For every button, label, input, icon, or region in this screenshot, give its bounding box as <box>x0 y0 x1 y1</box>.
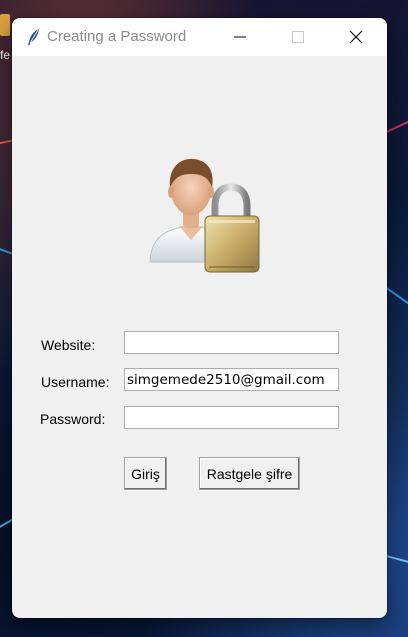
user-with-padlock-icon <box>149 158 260 273</box>
minimize-button[interactable] <box>217 18 263 56</box>
window-title: Creating a Password <box>47 28 187 45</box>
light-streak <box>385 554 408 568</box>
desktop-icon-label[interactable]: fe <box>0 48 10 62</box>
website-label: Website: <box>41 337 96 353</box>
desktop-folder-icon[interactable] <box>0 14 10 36</box>
maximize-icon <box>292 31 304 43</box>
close-button[interactable] <box>333 18 379 56</box>
window-client-area: Website: Username: Password: Giriş Rastg… <box>12 56 387 618</box>
password-input[interactable] <box>124 406 339 429</box>
login-button[interactable]: Giriş <box>124 457 167 490</box>
username-label: Username: <box>41 374 110 390</box>
app-window: Creating a Password Website: Username: s… <box>12 18 387 618</box>
title-bar[interactable]: Creating a Password <box>12 18 387 56</box>
feather-icon <box>24 27 44 47</box>
random-password-button[interactable]: Rastgele şifre <box>199 457 300 490</box>
maximize-button[interactable] <box>275 18 321 56</box>
minimize-icon <box>234 36 246 38</box>
website-input[interactable] <box>124 331 339 354</box>
password-label: Password: <box>40 411 106 427</box>
username-input[interactable] <box>124 368 339 391</box>
close-icon <box>349 30 363 44</box>
